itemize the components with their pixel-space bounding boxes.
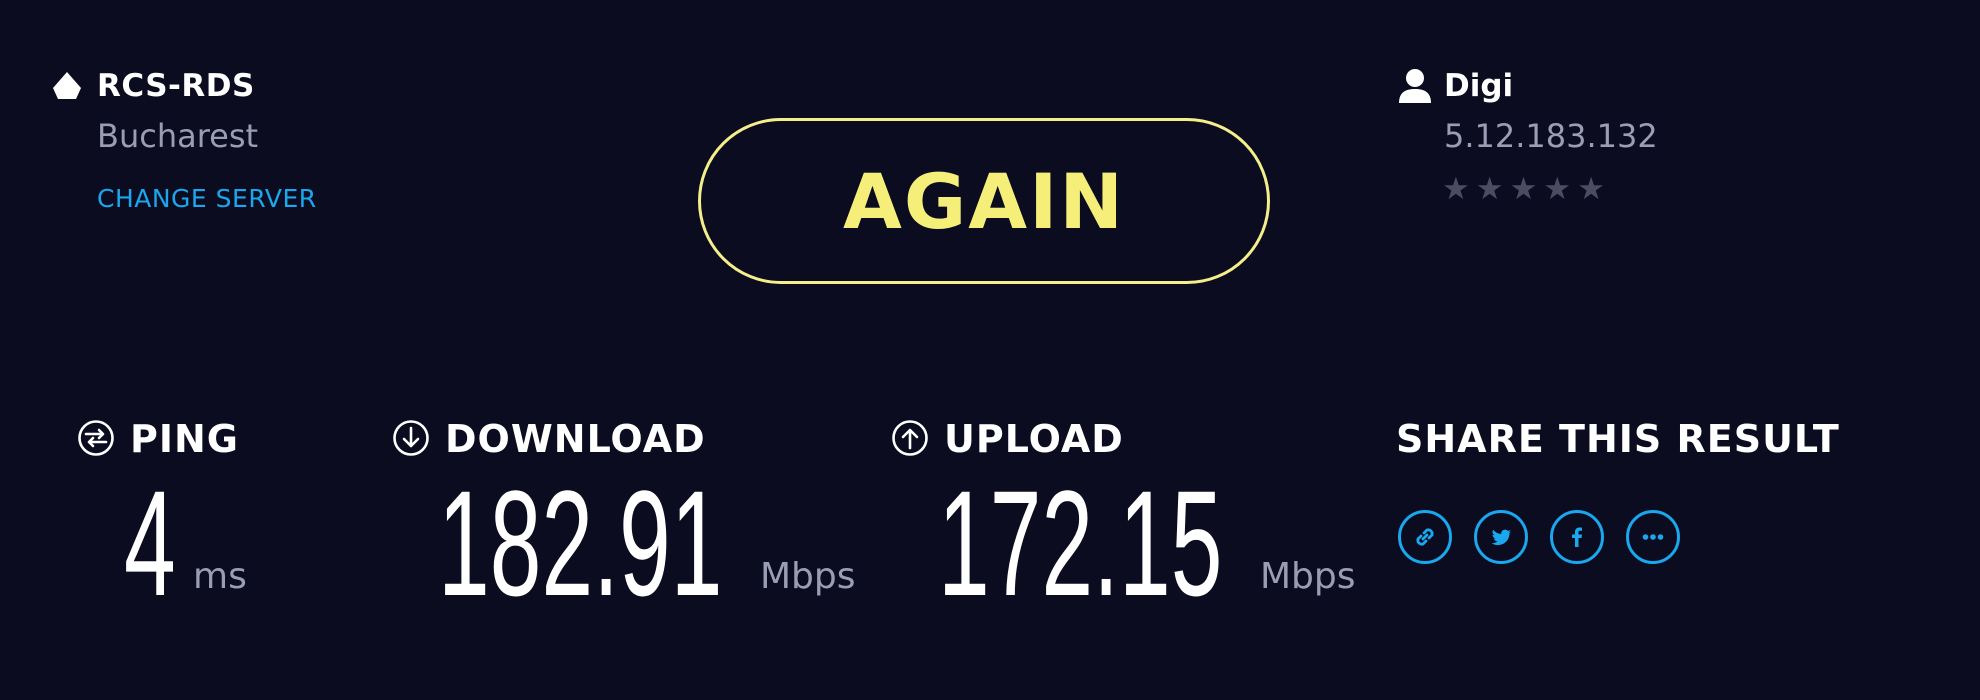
again-button[interactable]: AGAIN bbox=[698, 118, 1270, 284]
again-button-label: AGAIN bbox=[843, 156, 1125, 246]
twitter-icon bbox=[1491, 529, 1512, 546]
rating-star-icon[interactable]: ★ bbox=[1543, 174, 1571, 205]
ping-label: PING bbox=[130, 417, 239, 461]
share-link-button[interactable] bbox=[1398, 510, 1452, 564]
download-icon bbox=[393, 420, 429, 456]
ping-value: 4 bbox=[124, 459, 176, 627]
user-icon bbox=[1399, 69, 1431, 103]
isp-name: Digi bbox=[1444, 68, 1514, 104]
more-icon bbox=[1642, 534, 1664, 540]
rating-star-icon[interactable]: ★ bbox=[1476, 174, 1504, 205]
server-icon bbox=[53, 72, 81, 99]
upload-icon bbox=[892, 420, 928, 456]
server-name: RCS-RDS bbox=[97, 68, 255, 104]
share-more-button[interactable] bbox=[1626, 510, 1680, 564]
download-value: 182.91 bbox=[438, 459, 723, 627]
isp-rating[interactable]: ★ ★ ★ ★ ★ bbox=[1442, 174, 1605, 205]
facebook-icon bbox=[1572, 527, 1582, 547]
download-label: DOWNLOAD bbox=[445, 417, 706, 461]
rating-star-icon[interactable]: ★ bbox=[1577, 174, 1605, 205]
change-server-link[interactable]: CHANGE SERVER bbox=[97, 184, 317, 213]
download-unit: Mbps bbox=[760, 556, 856, 597]
rating-star-icon[interactable]: ★ bbox=[1442, 174, 1470, 205]
share-facebook-button[interactable] bbox=[1550, 510, 1604, 564]
upload-label: UPLOAD bbox=[944, 417, 1124, 461]
isp-ip-address: 5.12.183.132 bbox=[1444, 117, 1658, 155]
link-icon bbox=[1416, 528, 1434, 546]
server-city: Bucharest bbox=[97, 117, 259, 155]
rating-star-icon[interactable]: ★ bbox=[1510, 174, 1538, 205]
upload-unit: Mbps bbox=[1260, 556, 1356, 597]
share-result-label: SHARE THIS RESULT bbox=[1396, 417, 1840, 461]
ping-unit: ms bbox=[193, 556, 247, 597]
upload-value: 172.15 bbox=[938, 459, 1223, 627]
ping-icon bbox=[78, 420, 114, 456]
share-twitter-button[interactable] bbox=[1474, 510, 1528, 564]
